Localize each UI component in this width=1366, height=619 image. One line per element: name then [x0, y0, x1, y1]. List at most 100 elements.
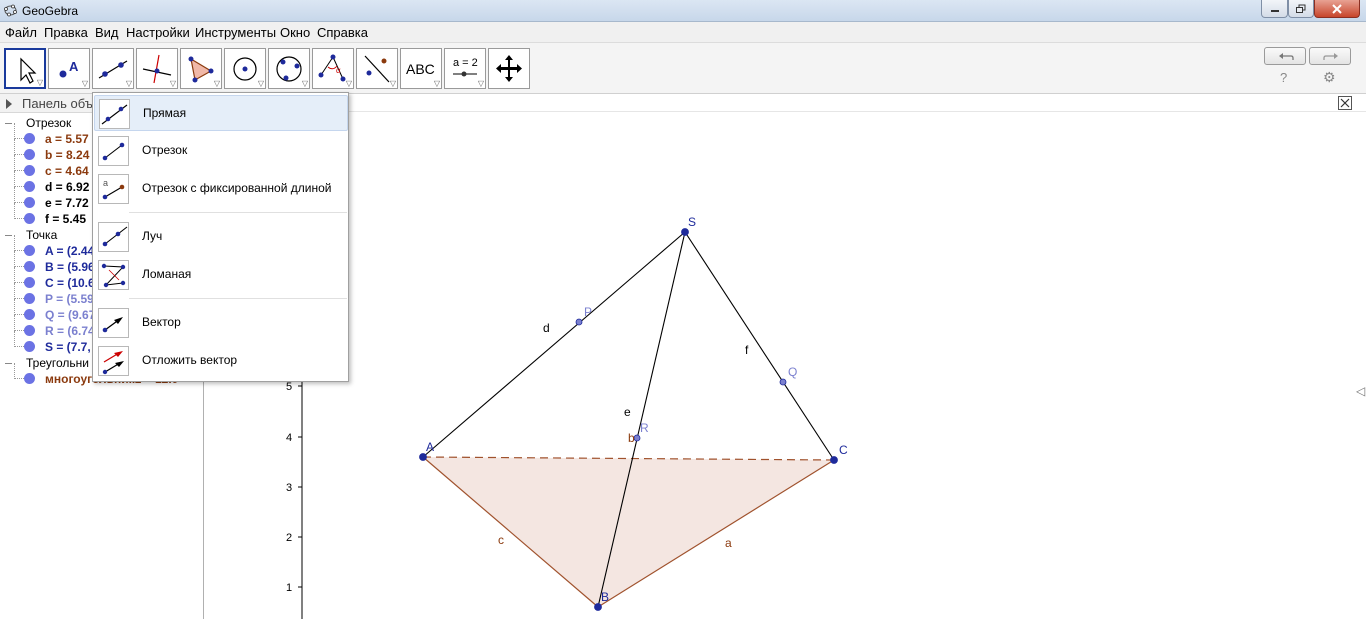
tree-connector — [14, 171, 15, 187]
collapse-minus-icon[interactable] — [4, 119, 13, 128]
collapse-arrow-icon[interactable]: ◁ — [1356, 384, 1365, 398]
collapse-minus-icon[interactable] — [4, 359, 13, 368]
tree-connector — [14, 346, 24, 347]
tree-connector — [14, 266, 24, 267]
segment-label-d: d — [543, 321, 550, 335]
maximize-button[interactable] — [1288, 0, 1314, 18]
minimize-button[interactable] — [1261, 0, 1288, 18]
menu-edit[interactable]: Правка — [44, 25, 88, 40]
tool-point[interactable]: A ▽ — [48, 48, 90, 89]
visibility-toggle-icon[interactable] — [24, 325, 35, 336]
point-label-Q: Q — [788, 365, 797, 379]
object-definition: a = 5.57 — [45, 132, 89, 146]
tool-move-graphics[interactable] — [488, 48, 530, 89]
svg-text:α: α — [336, 66, 341, 75]
menu-bar: Файл Правка Вид Настройки Инструменты Ок… — [0, 22, 1366, 43]
point-label-A: A — [426, 440, 434, 454]
dropdown-item-vector[interactable]: Вектор — [94, 305, 348, 341]
triangle-fill — [423, 457, 834, 607]
undo-button[interactable] — [1264, 47, 1306, 65]
object-definition: S = (7.7, — [45, 340, 91, 354]
dropdown-item-ray[interactable]: Луч — [94, 219, 348, 255]
object-definition: Q = (9.67 — [45, 308, 96, 322]
menu-file[interactable]: Файл — [5, 25, 37, 40]
point-label-R: R — [640, 421, 649, 435]
visibility-toggle-icon[interactable] — [24, 341, 35, 352]
visibility-toggle-icon[interactable] — [24, 213, 35, 224]
title-bar: GeoGebra — [0, 0, 1366, 22]
visibility-toggle-icon[interactable] — [24, 309, 35, 320]
tree-connector — [14, 314, 24, 315]
tool-menu-triangle-icon: ▽ — [36, 78, 43, 87]
tree-connector — [14, 235, 15, 251]
visibility-toggle-icon[interactable] — [24, 277, 35, 288]
undo-icon — [1279, 53, 1294, 60]
dropdown-item-segment[interactable]: Отрезок — [94, 133, 348, 169]
point-S — [681, 228, 689, 236]
tool-reflect[interactable]: ▽ — [356, 48, 398, 89]
visibility-toggle-icon[interactable] — [24, 181, 35, 192]
dropdown-item-polyline[interactable]: Ломаная — [94, 257, 348, 293]
tree-connector — [14, 283, 15, 299]
tree-connector — [14, 139, 15, 155]
menu-help[interactable]: Справка — [317, 25, 368, 40]
visibility-toggle-icon[interactable] — [24, 149, 35, 160]
menu-tools[interactable]: Инструменты — [195, 25, 276, 40]
point-label-C: C — [839, 443, 848, 457]
visibility-toggle-icon[interactable] — [24, 197, 35, 208]
tool-circle-center-point[interactable]: ▽ — [224, 48, 266, 89]
tree-connector — [14, 154, 24, 155]
close-graphics-view-button[interactable] — [1338, 96, 1352, 110]
help-icon[interactable]: ? — [1280, 70, 1287, 85]
tool-polygon[interactable]: ▽ — [180, 48, 222, 89]
segment-icon — [98, 136, 129, 166]
tree-connector — [14, 203, 15, 219]
tree-connector — [14, 299, 15, 315]
tool-perpendicular[interactable]: ▽ — [136, 48, 178, 89]
tree-connector — [14, 315, 15, 331]
menu-settings[interactable]: Настройки — [126, 25, 190, 40]
menu-view[interactable]: Вид — [95, 25, 119, 40]
tool-menu-triangle-icon: ▽ — [213, 79, 220, 88]
menu-window[interactable]: Окно — [280, 25, 310, 40]
tree-group-label: Точка — [26, 228, 58, 242]
tool-circle-three-points[interactable]: ▽ — [268, 48, 310, 89]
restore-icon — [1296, 4, 1306, 13]
dropdown-item-vector-from-point[interactable]: Отложить вектор — [94, 343, 348, 379]
tool-menu-triangle-icon: ▽ — [477, 79, 484, 88]
visibility-toggle-icon[interactable] — [24, 373, 35, 384]
segment-label-c: c — [498, 533, 504, 547]
dropdown-item-line[interactable]: Прямая — [94, 95, 348, 131]
dropdown-separator — [129, 298, 347, 299]
close-window-button[interactable] — [1314, 0, 1360, 18]
collapse-minus-icon[interactable] — [4, 231, 13, 240]
tree-connector — [14, 282, 24, 283]
tool-slider[interactable]: a = 2 ▽ — [444, 48, 486, 89]
tool-move[interactable]: ▽ — [4, 48, 46, 89]
dropdown-item-label: Отрезок с фиксированной длиной — [142, 181, 332, 195]
tool-angle[interactable]: α ▽ — [312, 48, 354, 89]
tree-connector — [14, 250, 24, 251]
visibility-toggle-icon[interactable] — [24, 165, 35, 176]
tool-line[interactable]: ▽ — [92, 48, 134, 89]
object-definition: f = 5.45 — [45, 212, 87, 226]
dropdown-item-segment-fixed[interactable]: a Отрезок с фиксированной длиной — [94, 171, 348, 207]
tree-connector — [14, 298, 24, 299]
tree-group-label: Отрезок — [26, 116, 72, 130]
expand-triangle-icon[interactable] — [6, 99, 12, 109]
segment-label-b: b — [628, 431, 635, 445]
dropdown-separator — [129, 212, 347, 213]
segment-label-f: f — [745, 343, 749, 357]
visibility-toggle-icon[interactable] — [24, 133, 35, 144]
graphics-canvas[interactable]: 5 4 3 2 1 A B C S P Q Ra b c d e f — [205, 94, 1366, 619]
gear-icon[interactable]: ⚙ — [1323, 69, 1336, 86]
visibility-toggle-icon[interactable] — [24, 261, 35, 272]
redo-button[interactable] — [1309, 47, 1351, 65]
visibility-toggle-icon[interactable] — [24, 245, 35, 256]
visibility-toggle-icon[interactable] — [24, 293, 35, 304]
object-definition: C = (10.6 — [45, 276, 95, 290]
graphics-view[interactable]: 5 4 3 2 1 A B C S P Q Ra b c d e f ◁ — [205, 94, 1366, 619]
object-definition: P = (5.59 — [45, 292, 94, 306]
tool-text[interactable]: ABC ▽ — [400, 48, 442, 89]
tree-connector — [14, 202, 24, 203]
